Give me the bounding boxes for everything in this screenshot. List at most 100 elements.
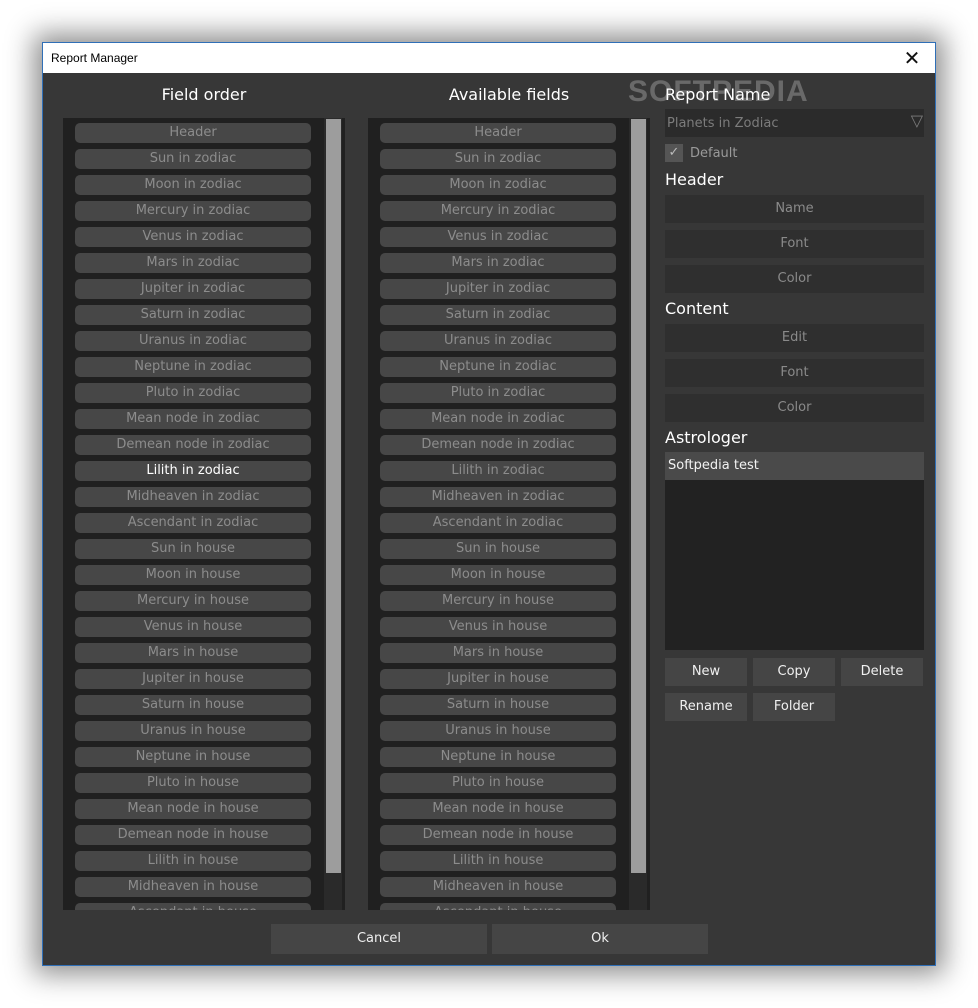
window-title: Report Manager [51, 51, 138, 65]
field-order-list[interactable]: Header Sun in zodiac Moon in zodiac Mercury… [63, 118, 345, 910]
field-item[interactable]: Neptune in zodiac [380, 357, 616, 377]
field-item[interactable]: Ascendant in house [380, 903, 616, 910]
field-item[interactable]: Pluto in house [380, 773, 616, 793]
astrologer-list[interactable]: Softpedia test [665, 452, 924, 650]
field-order-scrollbar[interactable] [324, 118, 342, 910]
field-item[interactable]: Saturn in zodiac [75, 305, 311, 325]
field-item[interactable]: Saturn in house [380, 695, 616, 715]
checkmark-icon: ✓ [668, 145, 680, 160]
header-color-button[interactable]: Color [665, 265, 924, 293]
field-item[interactable]: Neptune in zodiac [75, 357, 311, 377]
field-order-items: Header Sun in zodiac Moon in zodiac Mercury… [75, 123, 311, 910]
field-item[interactable]: Pluto in zodiac [75, 383, 311, 403]
field-item[interactable]: Demean node in zodiac [380, 435, 616, 455]
field-item[interactable]: Mercury in zodiac [380, 201, 616, 221]
content-color-button[interactable]: Color [665, 394, 924, 422]
field-item[interactable]: Jupiter in zodiac [380, 279, 616, 299]
field-item[interactable]: Venus in house [380, 617, 616, 637]
field-item[interactable]: Jupiter in house [380, 669, 616, 689]
field-item[interactable]: Mean node in zodiac [75, 409, 311, 429]
field-item[interactable]: Moon in zodiac [75, 175, 311, 195]
ok-button[interactable]: Ok [492, 924, 708, 954]
field-item[interactable]: Header [380, 123, 616, 143]
field-item[interactable]: Mean node in house [380, 799, 616, 819]
rename-button[interactable]: Rename [665, 693, 747, 721]
available-fields-items: Header Sun in zodiac Moon in zodiac Mercury… [380, 123, 616, 910]
field-item[interactable]: Midheaven in zodiac [75, 487, 311, 507]
field-item[interactable]: Lilith in zodiac [75, 461, 311, 481]
title-bar[interactable]: Report Manager ✕ [43, 43, 935, 73]
field-item[interactable]: Lilith in zodiac [380, 461, 616, 481]
delete-button[interactable]: Delete [841, 658, 923, 686]
field-item[interactable]: Venus in house [75, 617, 311, 637]
default-checkbox-label: Default [690, 146, 738, 161]
field-item[interactable]: Midheaven in zodiac [380, 487, 616, 507]
field-item[interactable]: Sun in zodiac [75, 149, 311, 169]
close-button[interactable]: ✕ [889, 43, 935, 73]
default-checkbox[interactable]: ✓ [665, 144, 683, 162]
header-font-button[interactable]: Font [665, 230, 924, 258]
field-item[interactable]: Saturn in house [75, 695, 311, 715]
report-name-label: Report Name [665, 85, 771, 104]
field-order-scroll-thumb[interactable] [326, 119, 341, 873]
field-item[interactable]: Header [75, 123, 311, 143]
header-name-button[interactable]: Name [665, 195, 924, 223]
available-fields-scrollbar[interactable] [629, 118, 647, 910]
field-item[interactable]: Mercury in house [380, 591, 616, 611]
astrologer-list-item[interactable]: Softpedia test [665, 452, 924, 480]
content-edit-button[interactable]: Edit [665, 324, 924, 352]
folder-button[interactable]: Folder [753, 693, 835, 721]
field-item[interactable]: Neptune in house [75, 747, 311, 767]
field-item[interactable]: Midheaven in house [380, 877, 616, 897]
dropdown-arrow-icon: ▽ [910, 111, 923, 130]
content-font-button[interactable]: Font [665, 359, 924, 387]
available-fields-list[interactable]: Header Sun in zodiac Moon in zodiac Mercury… [368, 118, 650, 910]
field-item[interactable]: Saturn in zodiac [380, 305, 616, 325]
field-item[interactable]: Uranus in zodiac [380, 331, 616, 351]
field-item[interactable]: Sun in house [380, 539, 616, 559]
field-item[interactable]: Moon in house [75, 565, 311, 585]
new-button[interactable]: New [665, 658, 747, 686]
field-item[interactable]: Mars in house [75, 643, 311, 663]
field-item[interactable]: Lilith in house [75, 851, 311, 871]
field-item[interactable]: Demean node in house [75, 825, 311, 845]
copy-button[interactable]: Copy [753, 658, 835, 686]
field-item[interactable]: Ascendant in zodiac [380, 513, 616, 533]
report-name-value: Planets in Zodiac [667, 116, 779, 131]
field-item[interactable]: Pluto in house [75, 773, 311, 793]
field-item[interactable]: Demean node in house [380, 825, 616, 845]
field-item[interactable]: Ascendant in zodiac [75, 513, 311, 533]
field-item[interactable]: Mars in zodiac [75, 253, 311, 273]
close-icon: ✕ [903, 46, 921, 70]
field-item[interactable]: Uranus in house [380, 721, 616, 741]
field-item[interactable]: Mercury in house [75, 591, 311, 611]
field-item[interactable]: Moon in house [380, 565, 616, 585]
report-manager-window: Report Manager ✕ Field order Available f… [42, 42, 936, 966]
field-item[interactable]: Jupiter in zodiac [75, 279, 311, 299]
field-item[interactable]: Pluto in zodiac [380, 383, 616, 403]
field-item[interactable]: Venus in zodiac [75, 227, 311, 247]
field-item[interactable]: Mercury in zodiac [75, 201, 311, 221]
field-item[interactable]: Jupiter in house [75, 669, 311, 689]
field-item[interactable]: Uranus in zodiac [75, 331, 311, 351]
report-name-dropdown[interactable]: Planets in Zodiac ▽ [665, 109, 924, 137]
field-item[interactable]: Uranus in house [75, 721, 311, 741]
field-order-title: Field order [161, 85, 247, 104]
field-item[interactable]: Sun in house [75, 539, 311, 559]
header-section-label: Header [665, 170, 724, 189]
field-item[interactable]: Ascendant in house [75, 903, 311, 910]
field-item[interactable]: Demean node in zodiac [75, 435, 311, 455]
cancel-button[interactable]: Cancel [271, 924, 487, 954]
astrologer-section-label: Astrologer [665, 428, 748, 447]
field-item[interactable]: Midheaven in house [75, 877, 311, 897]
field-item[interactable]: Mars in zodiac [380, 253, 616, 273]
field-item[interactable]: Lilith in house [380, 851, 616, 871]
field-item[interactable]: Venus in zodiac [380, 227, 616, 247]
field-item[interactable]: Mars in house [380, 643, 616, 663]
field-item[interactable]: Moon in zodiac [380, 175, 616, 195]
field-item[interactable]: Mean node in house [75, 799, 311, 819]
field-item[interactable]: Neptune in house [380, 747, 616, 767]
field-item[interactable]: Sun in zodiac [380, 149, 616, 169]
available-fields-scroll-thumb[interactable] [631, 119, 646, 873]
field-item[interactable]: Mean node in zodiac [380, 409, 616, 429]
